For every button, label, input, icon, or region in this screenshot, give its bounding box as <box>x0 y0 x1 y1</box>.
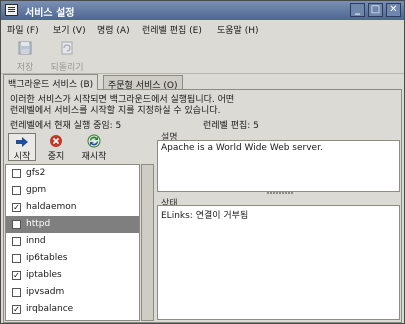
menu-actions[interactable]: 명령 (A) <box>97 23 130 36</box>
service-checkbox[interactable] <box>12 288 21 297</box>
list-item-haldaemon[interactable]: ✓ haldaemon <box>6 199 139 216</box>
description-text: 이러한 서비스가 시작되면 백그라운드에서 실행됩니다. 어떤 런레벨에서 서비… <box>10 95 234 117</box>
service-checkbox-checked[interactable]: ✓ <box>12 203 21 212</box>
current-runlevel-status: 런레벨에서 현재 실행 중임: 5 <box>10 121 122 131</box>
service-name: irqbalance <box>26 304 74 314</box>
revert-icon <box>61 41 73 55</box>
service-config-window: 서비스 설정 _ □ ✕ 파일 (F) 보기 (V) 명령 (A) 런레벨 편집… <box>0 0 405 324</box>
restart-label: 재시작 <box>81 152 107 162</box>
service-list-pane: 시작 중지 재시작 gfs2 gpm ✓ haldaemon httpd inn… <box>5 132 140 321</box>
service-checkbox[interactable] <box>12 186 21 195</box>
description-box: Apache is a World Wide Web server. <box>157 140 400 192</box>
revert-label: 되돌리기 <box>50 63 84 73</box>
restart-button[interactable]: 재시작 <box>77 133 111 162</box>
title-bar[interactable]: 서비스 설정 _ □ ✕ <box>1 1 404 20</box>
list-item-innd[interactable]: innd <box>6 233 139 250</box>
stop-icon <box>50 135 62 147</box>
list-item-gfs2[interactable]: gfs2 <box>6 165 139 182</box>
editing-runlevel-status: 런레벨 편집: 5 <box>203 121 259 131</box>
menu-edit-runlevel[interactable]: 런레벨 편집 (E) <box>142 23 202 36</box>
pane-splitter-grip[interactable] <box>267 191 293 194</box>
service-list-scrollbar[interactable] <box>141 164 154 321</box>
service-checkbox[interactable] <box>12 254 21 263</box>
tab-background-services[interactable]: 백그라운드 서비스 (B) <box>3 74 99 90</box>
service-checkbox-checked[interactable]: ✓ <box>12 305 21 314</box>
description-line-2: 런레벨에서 서비스를 시작할 지를 지정하실 수 있습니다. <box>10 106 221 116</box>
save-label: 저장 <box>16 63 34 73</box>
state-box: ELinks: 연결이 거부됨 <box>157 205 400 320</box>
maximize-button[interactable]: □ <box>368 3 383 17</box>
toolbar: 저장 되돌리기 <box>1 38 404 74</box>
window-title: 서비스 설정 <box>25 8 75 19</box>
service-description-text: Apache is a World Wide Web server. <box>161 143 323 153</box>
service-checkbox[interactable] <box>12 237 21 246</box>
menu-help[interactable]: 도움말 (H) <box>217 23 259 36</box>
save-icon <box>18 41 32 55</box>
service-list[interactable]: gfs2 gpm ✓ haldaemon httpd innd ip6table… <box>5 164 140 321</box>
service-checkbox[interactable] <box>12 169 21 178</box>
service-name: haldaemon <box>26 202 77 212</box>
service-state-text: ELinks: 연결이 거부됨 <box>161 211 249 221</box>
save-button[interactable]: 저장 <box>5 40 45 73</box>
list-item-iptables[interactable]: ✓ iptables <box>6 267 139 284</box>
service-name: ip6tables <box>26 253 68 263</box>
service-checkbox[interactable] <box>12 220 21 229</box>
revert-button[interactable]: 되돌리기 <box>47 40 87 73</box>
list-item-httpd[interactable]: httpd <box>6 216 139 233</box>
service-checkbox-checked[interactable]: ✓ <box>12 271 21 280</box>
list-item-irqbalance[interactable]: ✓ irqbalance <box>6 301 139 318</box>
service-name: iptables <box>26 270 62 280</box>
restart-icon <box>87 134 101 148</box>
list-item-gpm[interactable]: gpm <box>6 182 139 199</box>
description-line-1: 이러한 서비스가 시작되면 백그라운드에서 실행됩니다. 어떤 <box>10 95 235 105</box>
list-item-ipvsadm[interactable]: ipvsadm <box>6 284 139 301</box>
service-name: httpd <box>26 219 51 229</box>
start-button[interactable]: 시작 <box>8 133 36 162</box>
list-item-ip6tables[interactable]: ip6tables <box>6 250 139 267</box>
start-label: 시작 <box>13 152 31 162</box>
service-name: gpm <box>26 185 47 195</box>
service-config-icon <box>5 4 18 16</box>
service-name: ipvsadm <box>26 287 65 297</box>
minimize-button[interactable]: _ <box>350 3 365 17</box>
tab-on-demand-services[interactable]: 주문형 서비스 (O) <box>103 75 183 91</box>
start-icon <box>16 137 28 147</box>
service-actions: 시작 중지 재시작 <box>5 132 140 162</box>
service-name: gfs2 <box>26 168 46 178</box>
background-services-panel: 이러한 서비스가 시작되면 백그라운드에서 실행됩니다. 어떤 런레벨에서 서비… <box>3 89 402 323</box>
stop-button[interactable]: 중지 <box>42 133 70 162</box>
close-button[interactable]: ✕ <box>386 3 401 17</box>
service-name: innd <box>26 236 46 246</box>
stop-label: 중지 <box>47 152 65 162</box>
menu-view[interactable]: 보기 (V) <box>53 23 86 36</box>
menu-bar: 파일 (F) 보기 (V) 명령 (A) 런레벨 편집 (E) 도움말 (H) <box>1 20 404 38</box>
menu-file[interactable]: 파일 (F) <box>7 23 39 36</box>
